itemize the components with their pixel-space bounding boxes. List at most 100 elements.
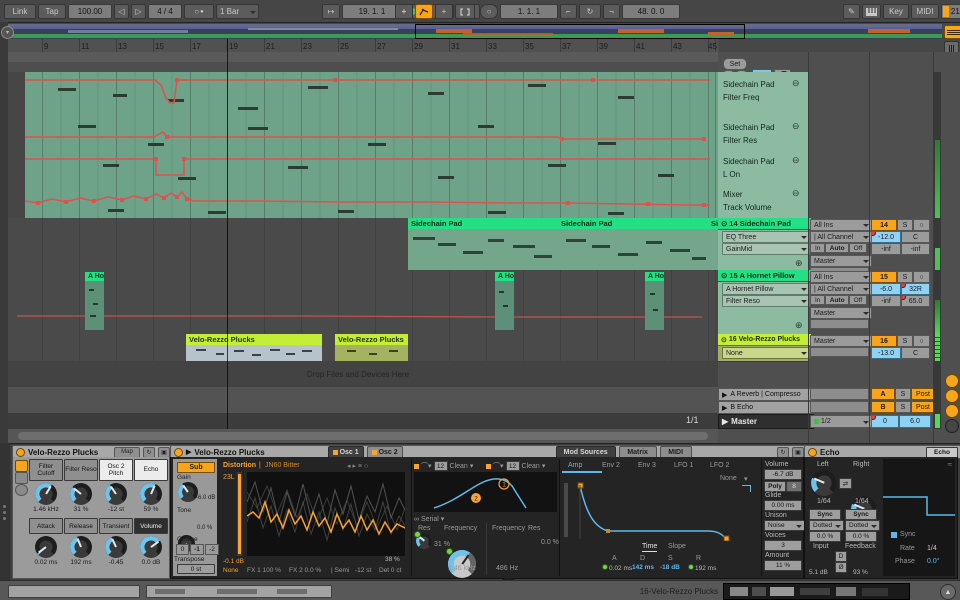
track-14-input-type[interactable]: All Ins xyxy=(810,219,872,231)
lane-header-filter-freq[interactable]: Sidechain Pad Filter Freq ⊖ xyxy=(718,72,808,118)
echo-input-value[interactable]: 5.1 dB xyxy=(809,569,828,576)
monitor-in[interactable]: In xyxy=(810,243,825,253)
tab-env2[interactable]: Env 2 xyxy=(602,462,620,469)
fold-icon[interactable]: ▶ xyxy=(722,391,727,399)
track-15-input-type[interactable]: All Ins xyxy=(810,271,872,283)
show-returns-button[interactable] xyxy=(945,389,959,403)
track-14-send-a[interactable]: -inf xyxy=(871,243,901,255)
fold-icon[interactable]: ▶ xyxy=(722,404,727,412)
octave-minus1[interactable]: -1 xyxy=(190,544,204,555)
tempo-display[interactable]: 100.00 xyxy=(68,4,112,19)
return-b-activator[interactable]: B xyxy=(871,401,895,413)
track-15-input-channel[interactable]: | All Channel xyxy=(810,283,872,295)
return-b-output[interactable] xyxy=(810,401,869,413)
unison-mode-menu[interactable]: Noise xyxy=(764,520,805,531)
sustain-value[interactable]: -18 dB xyxy=(660,564,680,571)
save-preset-icon[interactable]: ▣ xyxy=(792,447,804,458)
follow-button[interactable]: ↦ xyxy=(322,4,340,19)
scrollbar-thumb[interactable] xyxy=(18,432,708,440)
lane-header-track-volume[interactable]: Mixer Track Volume ⊖ xyxy=(718,185,808,219)
track-15-monitor[interactable]: In Auto Off xyxy=(810,295,867,305)
add-automation-lane-icon[interactable]: ⊕ xyxy=(795,320,803,331)
macro-variations-icon[interactable] xyxy=(15,460,28,472)
metronome-button[interactable]: ○● xyxy=(184,4,214,19)
macro-knob[interactable] xyxy=(105,536,127,558)
punch-in-icon[interactable]: ⌐ xyxy=(560,4,577,19)
fx1-value[interactable]: FX 1 100 % xyxy=(247,567,281,574)
show-io-button[interactable] xyxy=(945,374,959,388)
sub-button[interactable]: Sub xyxy=(177,462,215,473)
computer-midi-keyboard-icon[interactable] xyxy=(862,4,881,19)
device-chain-minimap[interactable] xyxy=(723,583,910,600)
device-fold-icon[interactable]: ▶ xyxy=(186,448,191,456)
master-cue-volume[interactable]: 0 xyxy=(871,415,899,428)
monitor-auto[interactable]: Auto xyxy=(825,295,848,305)
echo-left-knob[interactable] xyxy=(811,470,837,496)
midi-overdub-icon[interactable]: ○ xyxy=(480,4,498,19)
echo-rate-value[interactable]: 1/4 xyxy=(927,545,937,552)
beat-time-ruler[interactable]: 9 11 13 15 17 19 21 23 25 27 29 31 33 35… xyxy=(8,39,718,53)
time-signature[interactable]: 4 / 4 xyxy=(148,4,182,19)
status-chain-box-2[interactable] xyxy=(146,585,332,598)
clip-a-hornet-2[interactable]: A Hor xyxy=(495,272,514,330)
echo-right-sync[interactable]: Sync xyxy=(845,509,877,520)
clip-sidechain-pad-3[interactable]: Sid xyxy=(708,218,718,270)
return-a-lane[interactable] xyxy=(8,387,718,401)
automation-lane-filter-freq[interactable] xyxy=(8,72,718,118)
track-16-device-chooser[interactable]: None xyxy=(722,347,810,359)
filter-1-type-icon[interactable]: ⌒▾ xyxy=(421,461,432,471)
master-volume[interactable]: 6.0 xyxy=(899,415,931,428)
show-crossfade-button[interactable] xyxy=(945,419,959,433)
track-16-activator[interactable]: 16 xyxy=(871,335,897,347)
device-on-led[interactable] xyxy=(808,448,817,457)
show-chain-icon[interactable] xyxy=(15,484,28,496)
track-14-device-chooser-2[interactable]: GainMid xyxy=(722,243,810,255)
master-lane[interactable]: 1/1 xyxy=(8,413,718,430)
draw-mode-icon[interactable]: ✎ xyxy=(843,4,860,19)
track-16-title-bar[interactable]: ⊙16 Velo-Rezzo Plucks xyxy=(718,334,811,346)
device-on-led[interactable] xyxy=(16,448,25,457)
automation-lane-l-on[interactable] xyxy=(8,152,718,186)
env-time-tab[interactable]: Time xyxy=(642,543,657,552)
track-14-lane[interactable]: Sidechain Pad Sidechain Pad Sid xyxy=(8,218,718,271)
filter-2-circuit[interactable]: Clean xyxy=(522,463,540,470)
tab-amp[interactable]: Amp xyxy=(568,462,582,469)
track-14-output[interactable]: Master xyxy=(810,255,872,267)
track-15-volume[interactable]: -6.0 xyxy=(871,283,901,295)
macro-knob[interactable] xyxy=(70,483,92,505)
macro-knob[interactable] xyxy=(35,483,57,505)
track-15-send-b[interactable]: 65.0 xyxy=(901,295,930,307)
track-16-lane[interactable]: Velo-Rezzo Plucks Velo-Rezzo Plucks xyxy=(8,334,718,362)
tab-lfo2[interactable]: LFO 2 xyxy=(710,462,729,469)
loop-length-display[interactable]: 48. 0. 0 xyxy=(622,4,680,19)
track-16-header[interactable]: ⊙16 Velo-Rezzo Plucks None xyxy=(718,334,808,362)
track-16-pan[interactable]: C xyxy=(901,347,930,359)
track-fold-icon[interactable]: ⊙ xyxy=(721,219,727,228)
track-14-arm-icon[interactable]: ○ xyxy=(913,219,930,231)
echo-left-offset[interactable]: 0.0 % xyxy=(809,531,841,542)
voices-value[interactable]: 3 xyxy=(764,540,802,551)
hide-device-view-button[interactable]: ▲ xyxy=(940,584,956,600)
midi-map-button[interactable]: MIDI xyxy=(911,4,939,19)
echo-left-sync[interactable]: Sync xyxy=(809,509,841,520)
track-16-arm-icon[interactable]: ○ xyxy=(913,335,930,347)
master-cue-out[interactable]: 1/2 xyxy=(810,415,872,428)
track-14-header[interactable]: ⊙14 Sidechain Pad EQ Three GainMid ⊕ xyxy=(718,218,808,271)
return-b-solo[interactable]: S xyxy=(895,401,911,413)
decay-value[interactable]: 142 ms xyxy=(632,564,654,571)
gain-knob[interactable] xyxy=(178,482,198,502)
env-zoom-slider[interactable] xyxy=(564,483,568,537)
clip-a-hornet-1[interactable]: A Hor xyxy=(85,272,104,330)
arrangement-overview[interactable] xyxy=(8,24,942,39)
track-15-output[interactable]: Master xyxy=(810,307,872,319)
echo-drive-button[interactable]: D xyxy=(835,551,847,562)
osc-level-slider[interactable] xyxy=(237,472,242,556)
loop-switch-icon[interactable]: ↻ xyxy=(579,4,601,19)
echo-right-offset[interactable]: 0.0 % xyxy=(845,531,877,542)
automation-lane-filter-res[interactable] xyxy=(8,117,718,153)
echo-feedback-value[interactable]: 93 % xyxy=(853,569,868,576)
nudge-up-icon[interactable]: ▷ xyxy=(131,4,146,19)
device-view-rail[interactable] xyxy=(0,443,10,580)
track-16-output[interactable]: Master xyxy=(810,335,872,347)
track-16-volume[interactable]: -13.0 xyxy=(871,347,901,359)
